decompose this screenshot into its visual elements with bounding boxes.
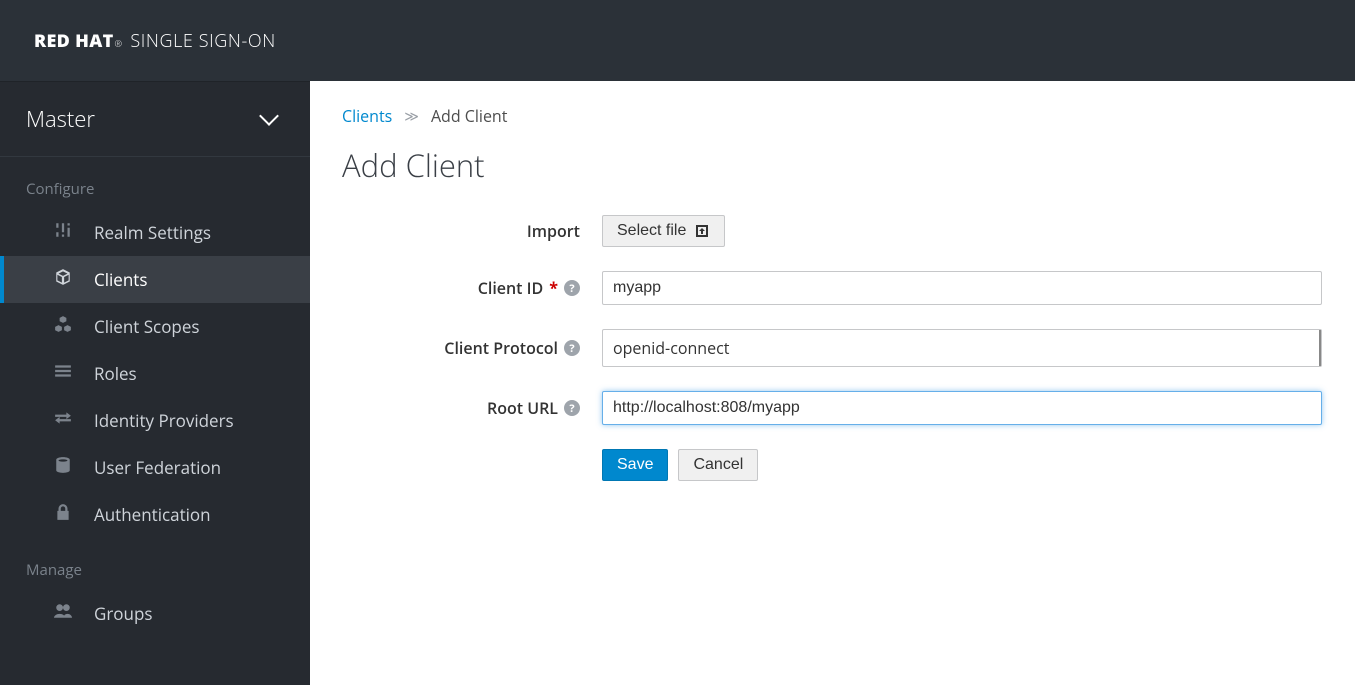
sidebar-item-authentication[interactable]: Authentication [0, 491, 310, 538]
form-row-client-id: Client ID * ? [342, 271, 1323, 305]
sidebar-item-label: Realm Settings [94, 221, 211, 244]
sidebar-item-roles[interactable]: Roles [0, 350, 310, 397]
breadcrumb-parent[interactable]: Clients [342, 105, 392, 127]
sidebar-item-label: Client Scopes [94, 315, 199, 338]
sidebar-item-realm-settings[interactable]: Realm Settings [0, 209, 310, 256]
help-icon[interactable]: ? [564, 340, 580, 356]
sidebar-item-label: Clients [94, 268, 147, 291]
realm-selector[interactable]: Master [0, 82, 310, 157]
label-import: Import [342, 220, 602, 242]
sidebar: Master Configure Realm Settings Clients … [0, 81, 310, 685]
brand-product: SINGLE SIGN-ON [130, 29, 275, 53]
form-row-client-protocol: Client Protocol ? openid-connect [342, 329, 1323, 367]
sidebar-item-label: Identity Providers [94, 409, 234, 432]
form-row-actions: Save Cancel [342, 449, 1323, 481]
page-title: Add Client [342, 145, 1323, 187]
chevron-down-icon [259, 106, 279, 126]
brand-bold: RED HAT [34, 29, 114, 53]
topbar: RED HAT® SINGLE SIGN-ON [0, 0, 1355, 81]
client-id-input[interactable] [602, 271, 1322, 305]
lock-icon [54, 503, 72, 526]
database-icon [54, 456, 72, 479]
sidebar-item-identity-providers[interactable]: Identity Providers [0, 397, 310, 444]
sidebar-item-groups[interactable]: Groups [0, 590, 310, 637]
exchange-icon [54, 409, 72, 432]
section-configure: Configure [0, 157, 310, 209]
help-icon[interactable]: ? [564, 280, 580, 296]
list-icon [54, 362, 72, 385]
label-client-protocol: Client Protocol ? [342, 337, 602, 359]
cube-icon [54, 268, 72, 291]
save-button[interactable]: Save [602, 449, 668, 481]
sliders-icon [54, 221, 72, 244]
sidebar-item-label: Roles [94, 362, 137, 385]
main-content: Clients ≫ Add Client Add Client Import S… [310, 81, 1355, 685]
sidebar-item-clients[interactable]: Clients [0, 256, 310, 303]
section-manage: Manage [0, 538, 310, 590]
label-root-url: Root URL ? [342, 397, 602, 419]
client-protocol-select[interactable]: openid-connect [602, 329, 1322, 367]
label-client-id: Client ID * ? [342, 277, 602, 299]
cubes-icon [54, 315, 72, 338]
breadcrumb: Clients ≫ Add Client [342, 105, 1323, 127]
form-row-root-url: Root URL ? [342, 391, 1323, 425]
help-icon[interactable]: ? [564, 400, 580, 416]
select-file-button[interactable]: Select file [602, 215, 725, 247]
breadcrumb-separator-icon: ≫ [404, 107, 419, 126]
sidebar-item-user-federation[interactable]: User Federation [0, 444, 310, 491]
required-indicator: * [549, 277, 558, 299]
root-url-input[interactable] [602, 391, 1322, 425]
sidebar-item-label: Groups [94, 602, 152, 625]
breadcrumb-current: Add Client [431, 105, 508, 127]
realm-name: Master [26, 104, 95, 134]
brand-trademark: ® [115, 37, 123, 50]
sidebar-item-client-scopes[interactable]: Client Scopes [0, 303, 310, 350]
sidebar-item-label: Authentication [94, 503, 211, 526]
form-row-import: Import Select file [342, 215, 1323, 247]
select-file-label: Select file [617, 222, 686, 240]
sidebar-item-label: User Federation [94, 456, 221, 479]
group-icon [54, 602, 72, 625]
import-icon [694, 223, 710, 239]
brand: RED HAT® SINGLE SIGN-ON [34, 29, 276, 53]
cancel-button[interactable]: Cancel [678, 449, 758, 481]
